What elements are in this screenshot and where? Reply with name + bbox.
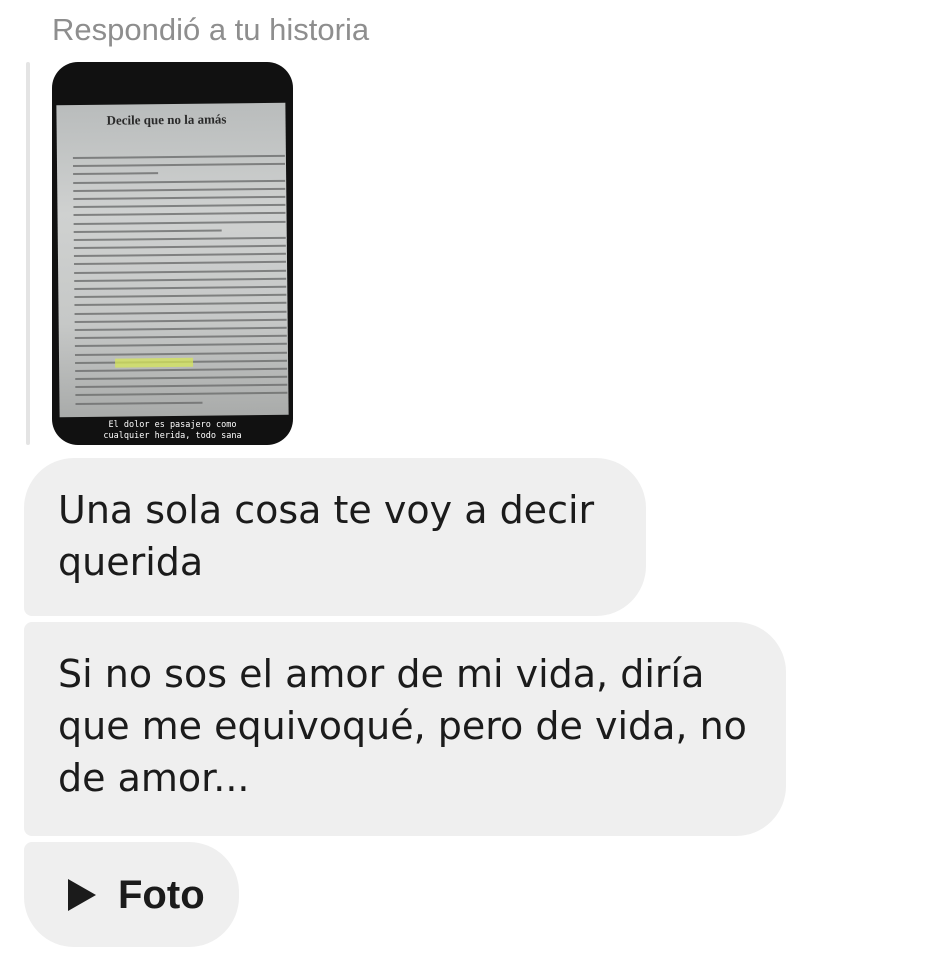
story-thumbnail[interactable]: Decile que no la amás El dolor es pasaje… — [52, 62, 293, 445]
play-icon — [68, 878, 96, 911]
highlighted-text — [115, 357, 194, 368]
message-bubble[interactable]: Si no sos el amor de mi vida, diría que … — [24, 622, 786, 836]
message-bubble[interactable]: Una sola cosa te voy a decir querida — [24, 458, 646, 616]
message-text: Si no sos el amor de mi vida, diría que … — [58, 652, 747, 800]
attachment-label: Foto — [118, 872, 205, 917]
story-reply-label: Respondió a tu historia — [52, 12, 370, 47]
quote-bar — [26, 62, 30, 445]
message-text: Una sola cosa te voy a decir querida — [58, 488, 595, 584]
book-page-title: Decile que no la amás — [106, 111, 227, 128]
photo-attachment-button[interactable]: Foto — [24, 842, 239, 947]
book-text-lines — [72, 154, 288, 411]
book-page-photo: Decile que no la amás — [56, 102, 289, 418]
story-caption: El dolor es pasajero como cualquier heri… — [103, 420, 242, 441]
